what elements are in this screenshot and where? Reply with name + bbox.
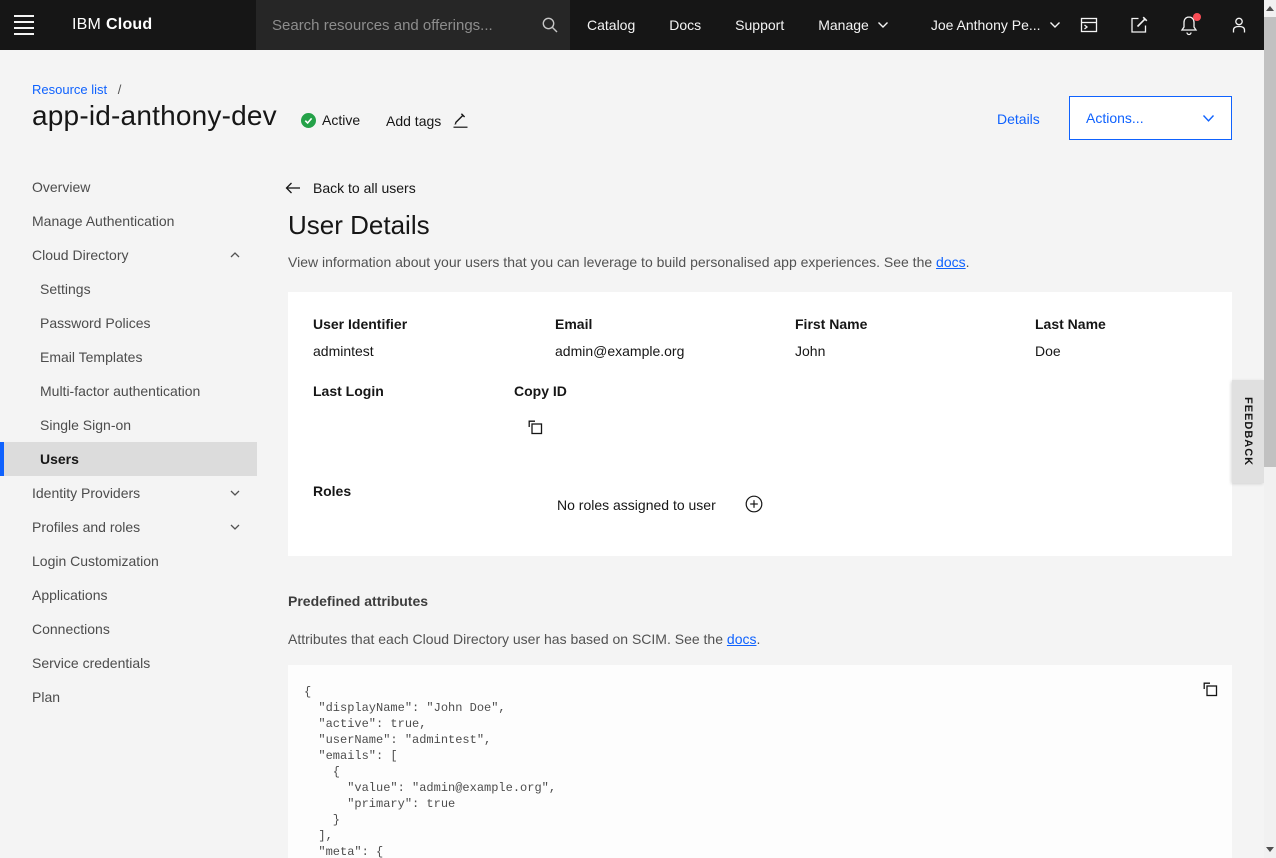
field-label-email: Email [555, 316, 592, 332]
json-code: { "displayName": "John Doe", "active": t… [288, 665, 1232, 858]
search-input[interactable] [256, 0, 530, 50]
header-nav: Catalog Docs Support Manage Joe Anthony … [570, 0, 1078, 50]
field-label-roles: Roles [313, 483, 351, 499]
header-search [256, 0, 570, 50]
sidebar-item-identity-providers[interactable]: Identity Providers [0, 476, 257, 510]
avatar-icon [1229, 15, 1249, 35]
sidebar-item-manage-authentication[interactable]: Manage Authentication [0, 204, 257, 238]
edit-tags-icon [452, 112, 469, 129]
sidebar-item-plan[interactable]: Plan [0, 680, 257, 714]
header-icon-group [1064, 0, 1264, 50]
search-icon[interactable] [530, 16, 570, 34]
actions-label: Actions... [1086, 110, 1144, 126]
sidebar-item-login-customization[interactable]: Login Customization [0, 544, 257, 578]
field-label-last-name: Last Name [1035, 316, 1106, 332]
sidebar-item-service-credentials[interactable]: Service credentials [0, 646, 257, 680]
vertical-scrollbar[interactable] [1264, 0, 1276, 858]
field-value-user-identifier: admintest [313, 343, 374, 359]
status-label: Active [322, 112, 360, 128]
edit-icon [1129, 15, 1149, 35]
chevron-down-icon [877, 21, 889, 29]
roles-empty-text: No roles assigned to user [557, 497, 716, 513]
field-value-email: admin@example.org [555, 343, 684, 359]
page-title: app-id-anthony-dev [32, 100, 277, 132]
copy-icon [527, 419, 544, 436]
chevron-down-icon [228, 486, 242, 500]
sidebar-nav: Overview Manage Authentication Cloud Dir… [0, 170, 257, 714]
profile-button[interactable] [1214, 0, 1264, 50]
field-label-last-login: Last Login [313, 383, 384, 399]
chevron-up-icon [228, 248, 242, 262]
notifications-button[interactable] [1164, 0, 1214, 50]
sidebar-item-profiles-and-roles[interactable]: Profiles and roles [0, 510, 257, 544]
account-menu[interactable]: Joe Anthony Pe... [914, 0, 1078, 50]
user-details-title: User Details [288, 210, 430, 241]
chevron-down-icon [228, 520, 242, 534]
top-header: IBM Cloud Catalog Docs Support Manage Jo… [0, 0, 1264, 50]
scim-attributes-code-block: { "displayName": "John Doe", "active": t… [288, 665, 1232, 858]
nav-docs[interactable]: Docs [652, 0, 718, 50]
copy-id-button[interactable] [521, 413, 549, 441]
actions-dropdown[interactable]: Actions... [1069, 96, 1232, 140]
docs-link[interactable]: docs [936, 254, 966, 270]
breadcrumb-resource-list-link[interactable]: Resource list [32, 82, 107, 97]
docs-link[interactable]: docs [727, 631, 757, 647]
arrow-left-icon [285, 182, 301, 194]
user-info-card: User Identifier Email First Name Last Na… [288, 292, 1232, 556]
sidebar-item-email-templates[interactable]: Email Templates [0, 340, 257, 374]
status-badge: Active [301, 112, 360, 128]
sidebar-item-overview[interactable]: Overview [0, 170, 257, 204]
chevron-down-icon [1049, 21, 1061, 29]
nav-support[interactable]: Support [718, 0, 801, 50]
edit-docs-button[interactable] [1114, 0, 1164, 50]
copy-code-button[interactable] [1197, 676, 1223, 702]
predefined-attributes-description: Attributes that each Cloud Directory use… [288, 631, 760, 647]
hamburger-menu-button[interactable] [0, 0, 48, 50]
brand-logo[interactable]: IBM Cloud [72, 0, 152, 50]
chevron-down-icon [1202, 114, 1215, 123]
brand-suffix: Cloud [106, 16, 152, 34]
back-to-all-users-link[interactable]: Back to all users [285, 180, 416, 196]
sidebar-item-cloud-directory[interactable]: Cloud Directory [0, 238, 257, 272]
field-value-first-name: John [795, 343, 825, 359]
nav-manage[interactable]: Manage [801, 0, 906, 50]
sidebar-item-applications[interactable]: Applications [0, 578, 257, 612]
sidebar-item-connections[interactable]: Connections [0, 612, 257, 646]
notification-badge [1193, 13, 1201, 21]
nav-catalog[interactable]: Catalog [570, 0, 652, 50]
add-tags-button[interactable]: Add tags [386, 112, 469, 129]
field-label-copy-id: Copy ID [514, 383, 567, 399]
breadcrumb-separator: / [118, 82, 122, 97]
sidebar-item-settings[interactable]: Settings [0, 272, 257, 306]
breadcrumb: Resource list / [32, 82, 121, 97]
plus-circle-icon [745, 495, 763, 513]
scrollbar-thumb[interactable] [1264, 17, 1276, 467]
add-role-button[interactable] [738, 488, 770, 520]
brand-prefix: IBM [72, 16, 101, 34]
sidebar-item-multi-factor-authentication[interactable]: Multi-factor authentication [0, 374, 257, 408]
scrollbar-down-arrow[interactable] [1264, 841, 1276, 858]
account-label: Joe Anthony Pe... [931, 17, 1041, 33]
scrollbar-up-arrow[interactable] [1264, 0, 1276, 17]
copy-icon [1202, 681, 1219, 698]
sidebar-item-users[interactable]: Users [0, 442, 257, 476]
details-link[interactable]: Details [997, 111, 1040, 127]
feedback-button[interactable]: FEEDBACK [1232, 380, 1264, 483]
field-label-user-identifier: User Identifier [313, 316, 407, 332]
check-circle-icon [301, 113, 316, 128]
feedback-label: FEEDBACK [1242, 397, 1254, 466]
predefined-attributes-title: Predefined attributes [288, 593, 428, 609]
sidebar-item-single-sign-on[interactable]: Single Sign-on [0, 408, 257, 442]
user-details-description: View information about your users that y… [288, 254, 970, 270]
field-label-first-name: First Name [795, 316, 867, 332]
sidebar-item-password-polices[interactable]: Password Polices [0, 306, 257, 340]
field-value-last-name: Doe [1035, 343, 1061, 359]
cloud-shell-icon [1079, 15, 1099, 35]
cloud-shell-button[interactable] [1064, 0, 1114, 50]
hamburger-icon [14, 15, 34, 35]
